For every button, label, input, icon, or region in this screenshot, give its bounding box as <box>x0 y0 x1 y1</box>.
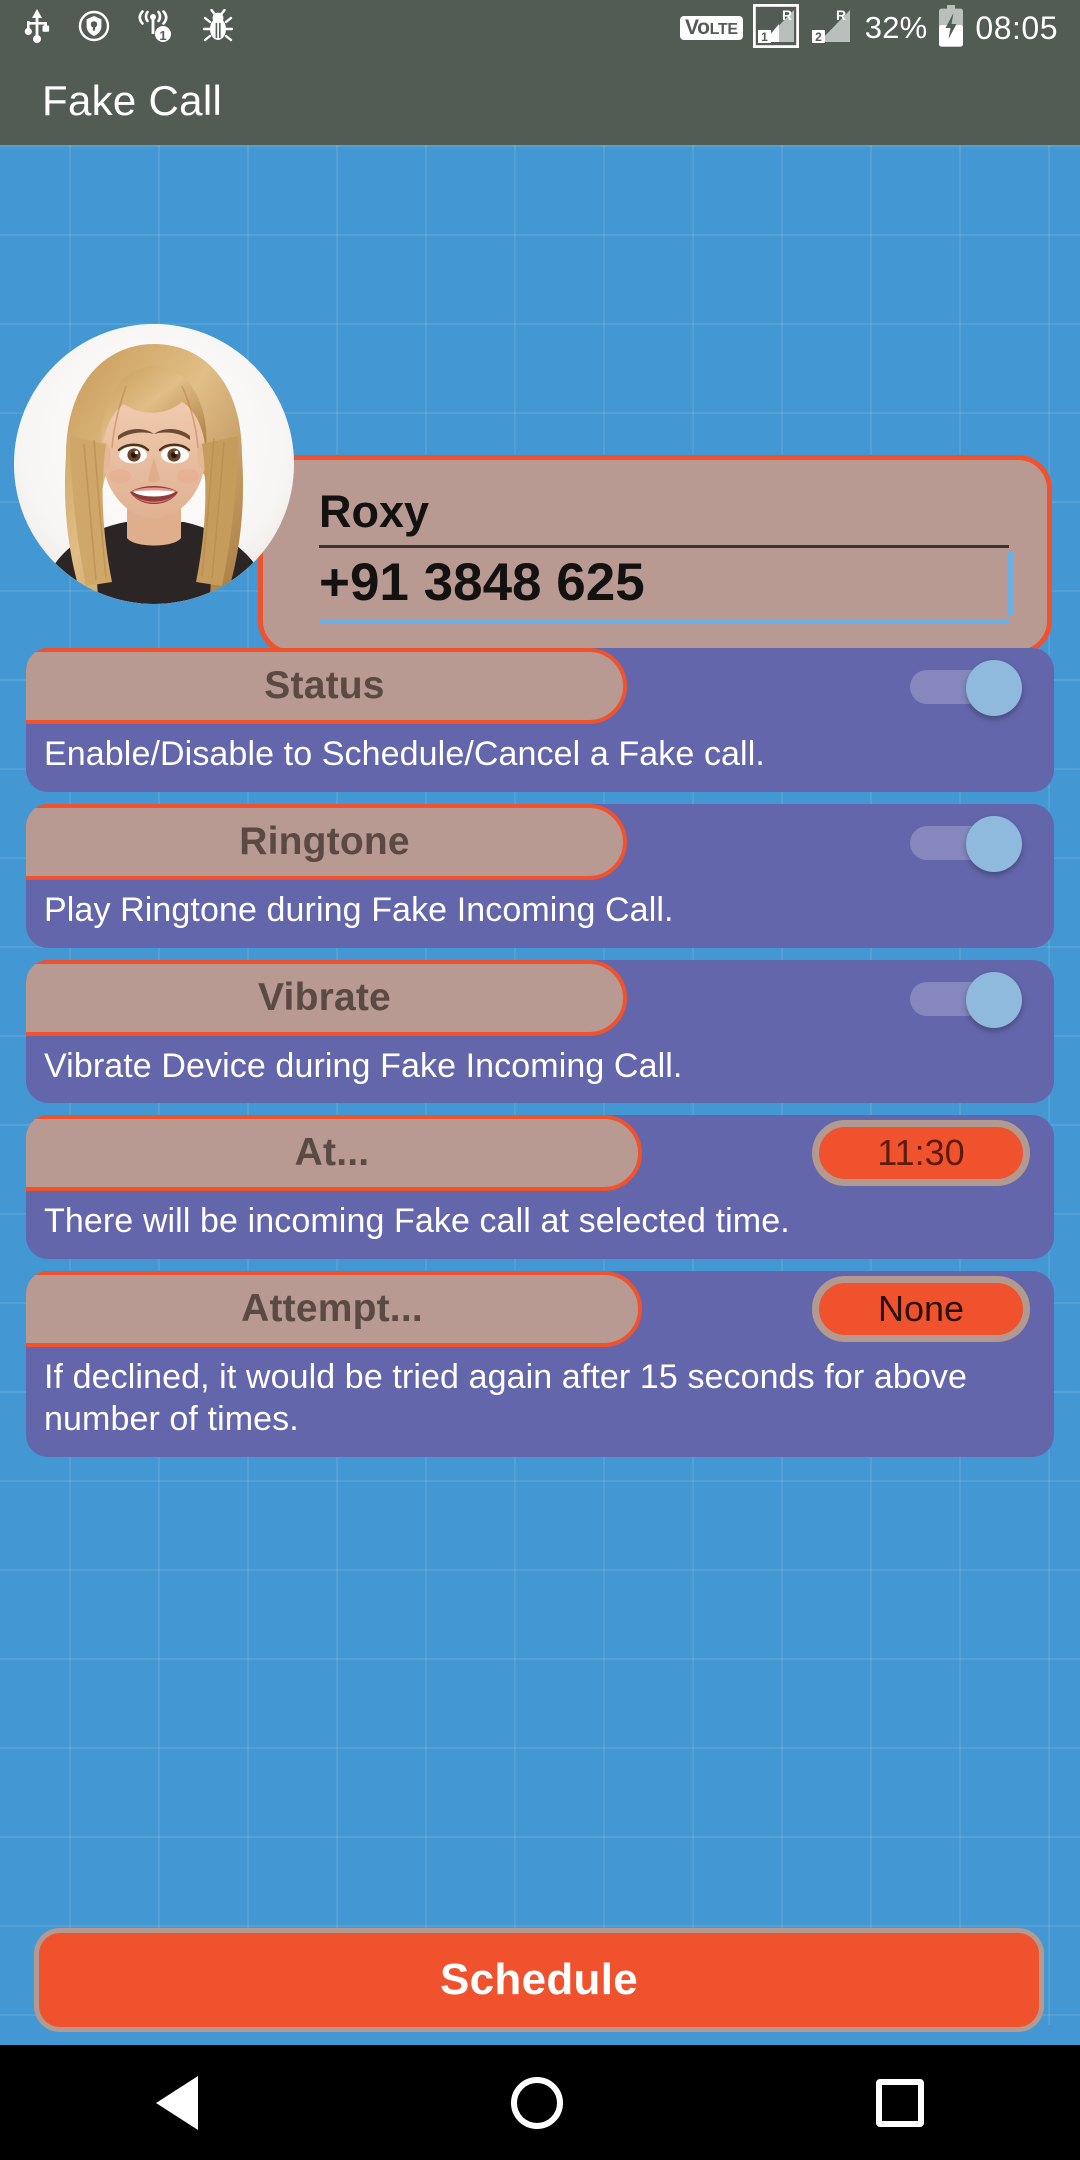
app-screen: 1 VoLTE R 1 R 2 32% 08:05 Fake Call Roxy… <box>0 0 1080 2160</box>
settings-label-status: Status <box>26 648 627 724</box>
contact-name-value: Roxy <box>319 486 430 537</box>
back-triangle-icon[interactable] <box>156 2075 199 2130</box>
status-bar: 1 VoLTE R 1 R 2 32% 08:05 <box>0 0 1080 56</box>
settings-list: Status Enable/Disable to Schedule/Cancel… <box>0 648 1080 1469</box>
contact-section: Roxy +91 3848 625 <box>0 324 1080 655</box>
settings-desc-vibrate: Vibrate Device during Fake Incoming Call… <box>44 1046 683 1085</box>
shield-location-icon <box>78 10 110 47</box>
signal-sim2-icon: R 2 <box>809 4 855 53</box>
settings-label-attempt: Attempt... <box>26 1271 642 1348</box>
status-bar-left-icons: 1 <box>22 8 234 48</box>
settings-row-ringtone[interactable]: Ringtone Play Ringtone during Fake Incom… <box>26 803 1054 948</box>
volte-icon: VoLTE <box>679 15 743 41</box>
text-caret <box>1007 552 1013 616</box>
toggle-thumb <box>966 660 1022 716</box>
contact-phone-field[interactable]: +91 3848 625 <box>319 552 1013 624</box>
settings-desc-status: Enable/Disable to Schedule/Cancel a Fake… <box>44 735 765 773</box>
svg-text:R: R <box>782 7 792 23</box>
ringtone-toggle[interactable] <box>910 815 1022 872</box>
phone-underline <box>319 620 1009 624</box>
app-bar: Fake Call <box>0 56 1080 145</box>
contact-card: Roxy +91 3848 625 <box>258 455 1052 655</box>
name-underline <box>319 545 1009 548</box>
row-top: At... 11:30 <box>26 1115 1054 1192</box>
status-toggle[interactable] <box>910 660 1022 716</box>
clock-label: 08:05 <box>975 9 1058 46</box>
system-nav-bar <box>0 2045 1080 2160</box>
contact-phone-value: +91 3848 625 <box>319 553 645 612</box>
avatar[interactable] <box>14 324 294 604</box>
usb-icon <box>22 8 52 48</box>
settings-desc-ringtone: Play Ringtone during Fake Incoming Call. <box>44 890 674 929</box>
row-top: Attempt... None <box>26 1271 1054 1348</box>
settings-label-at-time: At... <box>26 1115 642 1192</box>
recents-square-icon[interactable] <box>875 2078 924 2127</box>
battery-charging-icon <box>937 4 965 52</box>
attempt-value-chip[interactable]: None <box>812 1276 1030 1343</box>
home-circle-icon[interactable] <box>510 2076 563 2129</box>
hotspot-sim1-icon: 1 <box>136 9 176 48</box>
settings-label-vibrate: Vibrate <box>26 959 627 1036</box>
row-top: Ringtone <box>26 803 1054 880</box>
svg-text:1: 1 <box>761 30 768 44</box>
battery-percent-label: 32% <box>864 10 928 45</box>
status-bar-right-icons: VoLTE R 1 R 2 32% 08:05 <box>679 3 1058 53</box>
settings-desc-attempt: If declined, it would be tried again aft… <box>44 1358 967 1439</box>
contact-name-field[interactable]: Roxy <box>319 486 1009 548</box>
settings-desc-at-time: There will be incoming Fake call at sele… <box>44 1202 790 1241</box>
row-top: Status <box>26 648 1054 724</box>
schedule-button[interactable]: Schedule <box>34 1928 1044 2032</box>
signal-sim1-icon: R 1 <box>752 3 799 53</box>
settings-label-ringtone: Ringtone <box>26 803 627 880</box>
contact-photo <box>14 324 294 604</box>
svg-text:1: 1 <box>159 28 166 43</box>
toggle-thumb <box>966 815 1022 872</box>
page-title: Fake Call <box>42 76 223 124</box>
svg-text:R: R <box>836 7 846 23</box>
settings-row-attempt[interactable]: Attempt... None If declined, it would be… <box>26 1271 1054 1457</box>
time-value-chip[interactable]: 11:30 <box>812 1120 1030 1187</box>
settings-row-status[interactable]: Status Enable/Disable to Schedule/Cancel… <box>26 648 1054 792</box>
vibrate-toggle[interactable] <box>910 971 1022 1028</box>
row-top: Vibrate <box>26 959 1054 1036</box>
svg-text:2: 2 <box>815 30 822 44</box>
settings-row-at-time[interactable]: At... 11:30 There will be incoming Fake … <box>26 1115 1054 1260</box>
bug-icon <box>202 8 234 48</box>
toggle-thumb <box>966 971 1022 1028</box>
settings-row-vibrate[interactable]: Vibrate Vibrate Device during Fake Incom… <box>26 959 1054 1104</box>
